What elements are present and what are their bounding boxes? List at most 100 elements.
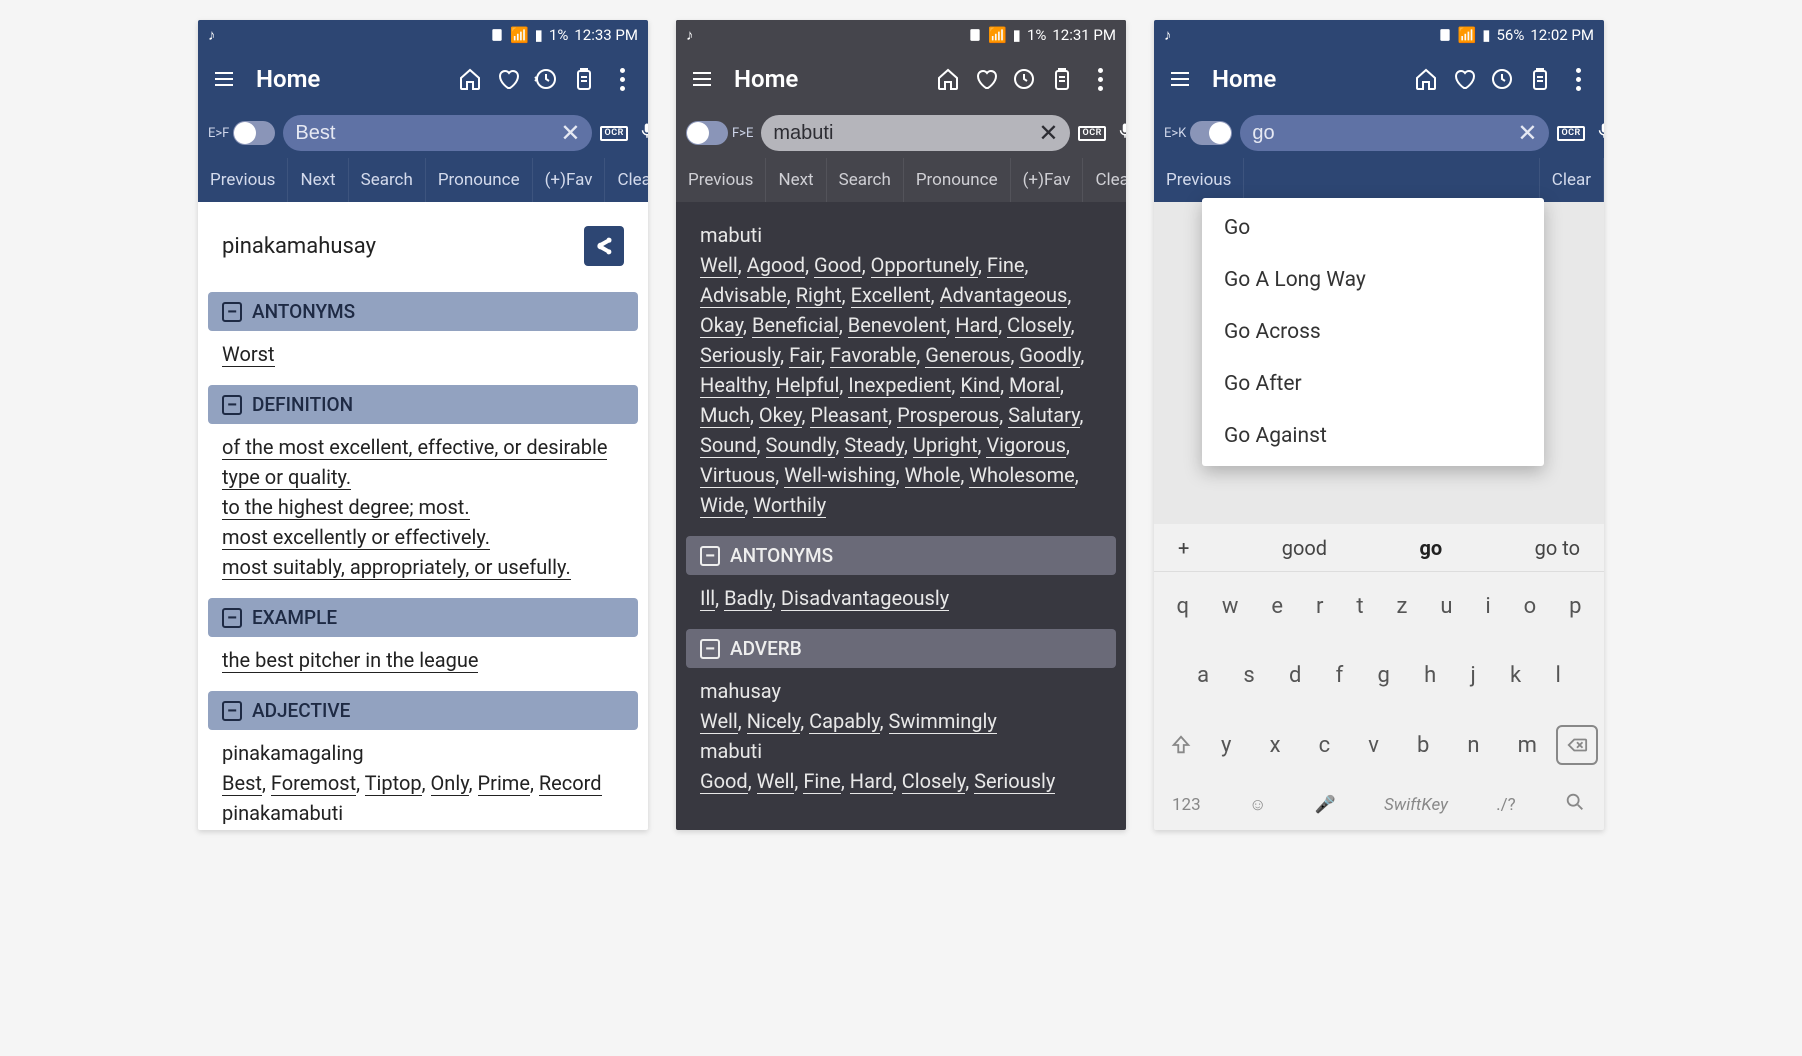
word-link[interactable]: Agood	[747, 253, 805, 278]
word-link[interactable]: Best	[222, 771, 262, 796]
key[interactable]: a	[1197, 663, 1209, 688]
word-link[interactable]: Well	[700, 253, 738, 278]
toggle-pill[interactable]	[1190, 121, 1232, 145]
key[interactable]: z	[1396, 594, 1407, 619]
clipboard-icon[interactable]	[570, 67, 598, 91]
word-link[interactable]: Ill	[700, 586, 715, 611]
tab-pronounce[interactable]: Pronounce	[904, 158, 1011, 202]
word-link[interactable]: Closely	[1007, 313, 1071, 338]
word-link[interactable]: Well	[700, 709, 738, 734]
tab-previous[interactable]: Previous	[1154, 158, 1244, 202]
kb-suggestion[interactable]: go to	[1535, 536, 1580, 560]
history-icon[interactable]	[1488, 67, 1516, 91]
word-link[interactable]: Prime	[478, 771, 530, 796]
shift-key[interactable]	[1160, 725, 1202, 765]
key[interactable]: h	[1424, 663, 1436, 688]
key[interactable]: w	[1222, 594, 1239, 619]
word-link[interactable]: Only	[431, 771, 469, 796]
word-link[interactable]: Whole	[905, 463, 961, 488]
tab-previous[interactable]: Previous	[676, 158, 766, 202]
mic-icon[interactable]	[638, 122, 648, 144]
word-link[interactable]: Badly	[724, 586, 772, 611]
home-icon[interactable]	[934, 67, 962, 91]
clear-icon[interactable]: ✕	[560, 119, 580, 147]
kb-plus-icon[interactable]: +	[1178, 536, 1189, 560]
word-link[interactable]: Disadvantageously	[781, 586, 949, 611]
overflow-icon[interactable]	[1086, 68, 1114, 91]
word-link[interactable]: Right	[796, 283, 842, 308]
word-link[interactable]: Tiptop	[365, 771, 422, 796]
key[interactable]: j	[1471, 663, 1476, 688]
word-link[interactable]: Beneficial	[752, 313, 839, 338]
numeric-key[interactable]: 123	[1172, 795, 1201, 815]
word-link[interactable]: Seriously	[974, 769, 1055, 794]
word-link[interactable]: Okey	[759, 403, 802, 428]
word-link[interactable]: Record	[539, 771, 602, 796]
word-link[interactable]: Good	[700, 769, 748, 794]
tab-previous[interactable]: Previous	[198, 158, 288, 202]
word-link[interactable]: Closely	[902, 769, 966, 794]
word-link[interactable]: Generous	[925, 343, 1010, 368]
word-link[interactable]: Seriously	[700, 343, 780, 368]
home-icon[interactable]	[456, 67, 484, 91]
word-link[interactable]: Inexpedient	[848, 373, 951, 398]
tab-pronounce[interactable]: Pronounce	[426, 158, 533, 202]
suggestion-item[interactable]: Go After	[1202, 358, 1544, 410]
key[interactable]: y	[1221, 733, 1231, 758]
section-example[interactable]: −EXAMPLE	[208, 598, 638, 637]
word-link[interactable]: Wholesome	[969, 463, 1075, 488]
word-link[interactable]: Healthy	[700, 373, 767, 398]
word-link[interactable]: Soundly	[766, 433, 836, 458]
key[interactable]: c	[1319, 733, 1331, 758]
mic-key[interactable]: 🎤	[1315, 795, 1336, 815]
suggestion-item[interactable]: Go A Long Way	[1202, 254, 1544, 306]
word-link[interactable]: Steady	[844, 433, 904, 458]
word-link[interactable]: Opportunely	[871, 253, 978, 278]
word-link[interactable]: Wide	[700, 493, 745, 518]
word-link[interactable]: Virtuous	[700, 463, 775, 488]
toggle-pill[interactable]	[686, 121, 728, 145]
backspace-key[interactable]	[1556, 725, 1598, 765]
word-link[interactable]: Fine	[987, 253, 1025, 278]
word-link[interactable]: Favorable	[830, 343, 916, 368]
word-link[interactable]: Advisable	[700, 283, 787, 308]
section-adverb[interactable]: −ADVERB	[686, 629, 1116, 668]
lang-toggle[interactable]: F>E	[686, 121, 753, 145]
word-link[interactable]: Good	[814, 253, 862, 278]
key[interactable]: n	[1467, 733, 1479, 758]
tab-next[interactable]: Next	[766, 158, 826, 202]
ocr-icon[interactable]: OCR	[1557, 126, 1584, 141]
word-link[interactable]: Vigorous	[986, 433, 1066, 458]
toggle-pill[interactable]	[233, 121, 275, 145]
lang-toggle[interactable]: E>F	[208, 121, 275, 145]
tab-clear[interactable]: Clear	[1083, 158, 1126, 202]
key[interactable]: f	[1336, 663, 1344, 688]
tab-search[interactable]: Search	[827, 158, 904, 202]
key[interactable]: v	[1368, 733, 1379, 758]
menu-icon[interactable]	[210, 67, 238, 91]
key[interactable]: d	[1289, 663, 1301, 688]
word-link[interactable]: Worthily	[753, 493, 826, 518]
key[interactable]: t	[1356, 594, 1363, 619]
ocr-icon[interactable]: OCR	[1078, 126, 1105, 141]
overflow-icon[interactable]	[608, 68, 636, 91]
section-definition[interactable]: −DEFINITION	[208, 385, 638, 424]
word-link[interactable]: Sound	[700, 433, 757, 458]
key[interactable]: r	[1316, 594, 1323, 619]
tab-fav[interactable]: (+)Fav	[1011, 158, 1084, 202]
ocr-icon[interactable]: OCR	[600, 126, 627, 141]
word-link[interactable]: Excellent	[851, 283, 931, 308]
word-link[interactable]: Well-wishing	[784, 463, 896, 488]
clear-icon[interactable]: ✕	[1517, 119, 1537, 147]
heart-icon[interactable]	[972, 67, 1000, 91]
word-link[interactable]: Fine	[803, 769, 841, 794]
home-icon[interactable]	[1412, 67, 1440, 91]
menu-icon[interactable]	[688, 67, 716, 91]
tab-search[interactable]: Search	[349, 158, 426, 202]
word-link[interactable]: Advantageous	[940, 283, 1068, 308]
word-link[interactable]: Capably	[809, 709, 880, 734]
search-input[interactable]: ✕	[761, 115, 1070, 151]
suggestion-item[interactable]: Go Across	[1202, 306, 1544, 358]
suggestion-item[interactable]: Go	[1202, 202, 1544, 254]
word-link[interactable]: Well	[757, 769, 795, 794]
